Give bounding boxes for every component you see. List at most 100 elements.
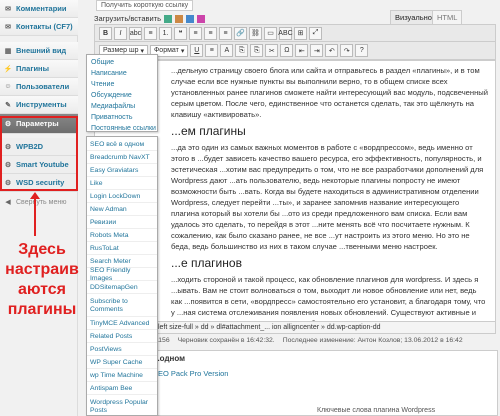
align-left-button[interactable]: ≡: [189, 26, 202, 40]
spellcheck-button[interactable]: ABC: [278, 26, 293, 40]
paste-word-button[interactable]: ⎘: [250, 44, 264, 57]
paint-icon: ▦: [4, 47, 12, 55]
chevron-down-icon: ▾: [180, 47, 185, 55]
flyout-item-permalinks[interactable]: Постоянные ссылки: [87, 123, 157, 134]
link-button[interactable]: 🔗: [234, 26, 247, 40]
sidebar-item-label: Инструменты: [16, 100, 67, 109]
underline-button[interactable]: U: [190, 44, 204, 57]
tab-html[interactable]: HTML: [432, 10, 463, 24]
highlight-box: [0, 116, 78, 191]
font-size-value: Размер шр: [103, 47, 139, 54]
sidebar-item-label: Пользователи: [16, 82, 70, 91]
tab-visual[interactable]: Визуально: [390, 10, 437, 24]
audio-icon[interactable]: [186, 14, 195, 23]
comment-icon: ✉: [5, 5, 11, 13]
seo-metabox: ...одном SEO Pack Pro Version Ключевые с…: [146, 350, 498, 416]
content-paragraph: ...дельную страницу своего блога или сай…: [171, 66, 488, 119]
collapse-icon: ◀: [5, 199, 11, 206]
bold-button[interactable]: B: [99, 26, 112, 40]
collapse-label: Свернуть меню: [16, 198, 67, 206]
paste-text-button[interactable]: ⎘: [235, 44, 249, 57]
plugin-menu-item[interactable]: Related Posts: [87, 331, 157, 343]
text-color-button[interactable]: A: [220, 44, 234, 57]
numbered-list-button[interactable]: 1.: [159, 26, 172, 40]
sidebar-item-label: Контакты (CF7): [16, 22, 73, 31]
sidebar-item-comments[interactable]: ✉ Комментарии: [0, 0, 78, 18]
fullscreen-button[interactable]: ⤢: [309, 26, 322, 40]
redo-button[interactable]: ↷: [340, 44, 354, 57]
plugin-menu-item[interactable]: WP Super Cache: [87, 357, 157, 369]
image-icon[interactable]: [175, 14, 184, 23]
justify-button[interactable]: ≡: [205, 44, 219, 57]
sidebar-item-users[interactable]: ☺ Пользователи: [0, 78, 78, 96]
plugin-menu-item[interactable]: Easy Graviatars: [87, 165, 157, 177]
editor-toolbar-1: B I abc ≡ 1. ❝ ≡ ≡ ≡ 🔗 ⛓ ▭ ABC ⊞ ⤢: [94, 24, 496, 42]
plugin-menu-item[interactable]: Breadcrumb NavXT: [87, 152, 157, 164]
special-char-button[interactable]: Ω: [280, 44, 294, 57]
plugin-menu-item[interactable]: RusToLat: [87, 243, 157, 255]
settings-flyout-menu: Общие Написание Чтение Обсуждение Медиаф…: [86, 54, 158, 132]
unlink-button[interactable]: ⛓: [249, 26, 262, 40]
content-heading: ...е плагинов: [171, 256, 242, 270]
annotation-line: плагины: [7, 301, 77, 318]
table-button[interactable]: ⊞: [294, 26, 307, 40]
flyout-item-discussion[interactable]: Обсуждение: [87, 90, 157, 101]
align-right-button[interactable]: ≡: [219, 26, 232, 40]
flyout-item-writing[interactable]: Написание: [87, 68, 157, 79]
more-tag-button[interactable]: ▭: [264, 26, 277, 40]
strike-button[interactable]: abc: [129, 26, 142, 40]
annotation-text: Здесь настраив аются плагины: [4, 240, 80, 320]
plugin-menu-item[interactable]: SEO всё в одном: [87, 139, 157, 151]
plugin-menu-item[interactable]: Ревизии: [87, 217, 157, 229]
plugin-menu-item[interactable]: Login LockDown: [87, 191, 157, 203]
annotation-line: настраив: [5, 261, 79, 278]
plug-icon: ⚡: [3, 65, 13, 73]
flyout-item-privacy[interactable]: Приватность: [87, 112, 157, 123]
flyout-item-general[interactable]: Общие: [87, 57, 157, 68]
plugins-settings-menu: SEO всё в одном Breadcrumb NavXT Easy Grav…: [86, 136, 158, 416]
mail-icon: ✉: [5, 23, 11, 31]
plugin-menu-item[interactable]: wp Time Machine: [87, 370, 157, 382]
plugin-menu-item[interactable]: Subscribe to Comments: [87, 295, 157, 317]
star-icon[interactable]: [197, 14, 206, 23]
annotation-line: аются: [17, 281, 67, 298]
plugin-menu-item[interactable]: Robots Meta: [87, 230, 157, 242]
bullet-list-button[interactable]: ≡: [144, 26, 157, 40]
flyout-item-media[interactable]: Медиафайлы: [87, 101, 157, 112]
annotation-arrow: [34, 196, 36, 236]
plugin-menu-item[interactable]: Wordpress Popular Posts: [87, 396, 157, 416]
quote-button[interactable]: ❝: [174, 26, 187, 40]
plugin-menu-item[interactable]: SEO Friendly Images: [87, 267, 157, 282]
help-button[interactable]: ?: [355, 44, 369, 57]
upload-label: Загрузить/вставить: [94, 14, 162, 23]
flyout-item-reading[interactable]: Чтение: [87, 79, 157, 90]
media-icon[interactable]: [164, 14, 173, 23]
admin-sidebar: ✉ Комментарии ✉ Контакты (CF7) ▦ Внешний…: [0, 0, 78, 416]
seo-pro-link[interactable]: SEO Pack Pro Version: [153, 369, 228, 378]
plugin-menu-item[interactable]: DDSitemapGen: [87, 282, 157, 294]
align-center-button[interactable]: ≡: [204, 26, 217, 40]
sidebar-item-plugins[interactable]: ⚡ Плагины: [0, 60, 78, 78]
upload-insert[interactable]: Загрузить/вставить: [94, 14, 206, 23]
plugin-menu-item[interactable]: PostViews: [87, 344, 157, 356]
annotation-line: Здесь: [18, 241, 66, 258]
shortlink-button[interactable]: Получить короткую ссылку: [96, 0, 194, 11]
italic-button[interactable]: I: [114, 26, 127, 40]
sidebar-item-contacts[interactable]: ✉ Контакты (CF7): [0, 18, 78, 36]
wrench-icon: ✎: [5, 101, 11, 109]
sidebar-item-appearance[interactable]: ▦ Внешний вид: [0, 42, 78, 60]
outdent-button[interactable]: ⇤: [295, 44, 309, 57]
sidebar-item-tools[interactable]: ✎ Инструменты: [0, 96, 78, 114]
plugin-menu-item[interactable]: TinyMCE Advanced: [87, 318, 157, 330]
format-value: Формат: [153, 47, 179, 54]
arrow-head-icon: [30, 192, 40, 199]
plugin-menu-item[interactable]: Like: [87, 178, 157, 190]
plugin-menu-item[interactable]: New Adman: [87, 204, 157, 216]
undo-button[interactable]: ↶: [325, 44, 339, 57]
indent-button[interactable]: ⇥: [310, 44, 324, 57]
content-paragraph: ...да это один из самых важных моментов …: [171, 143, 484, 251]
sidebar-item-label: Плагины: [16, 64, 49, 73]
clear-format-button[interactable]: ✂: [265, 44, 279, 57]
last-edit: Последнее изменение: Антон Козлов; 13.06…: [282, 337, 463, 344]
plugin-menu-item[interactable]: Antispam Bee: [87, 383, 157, 395]
